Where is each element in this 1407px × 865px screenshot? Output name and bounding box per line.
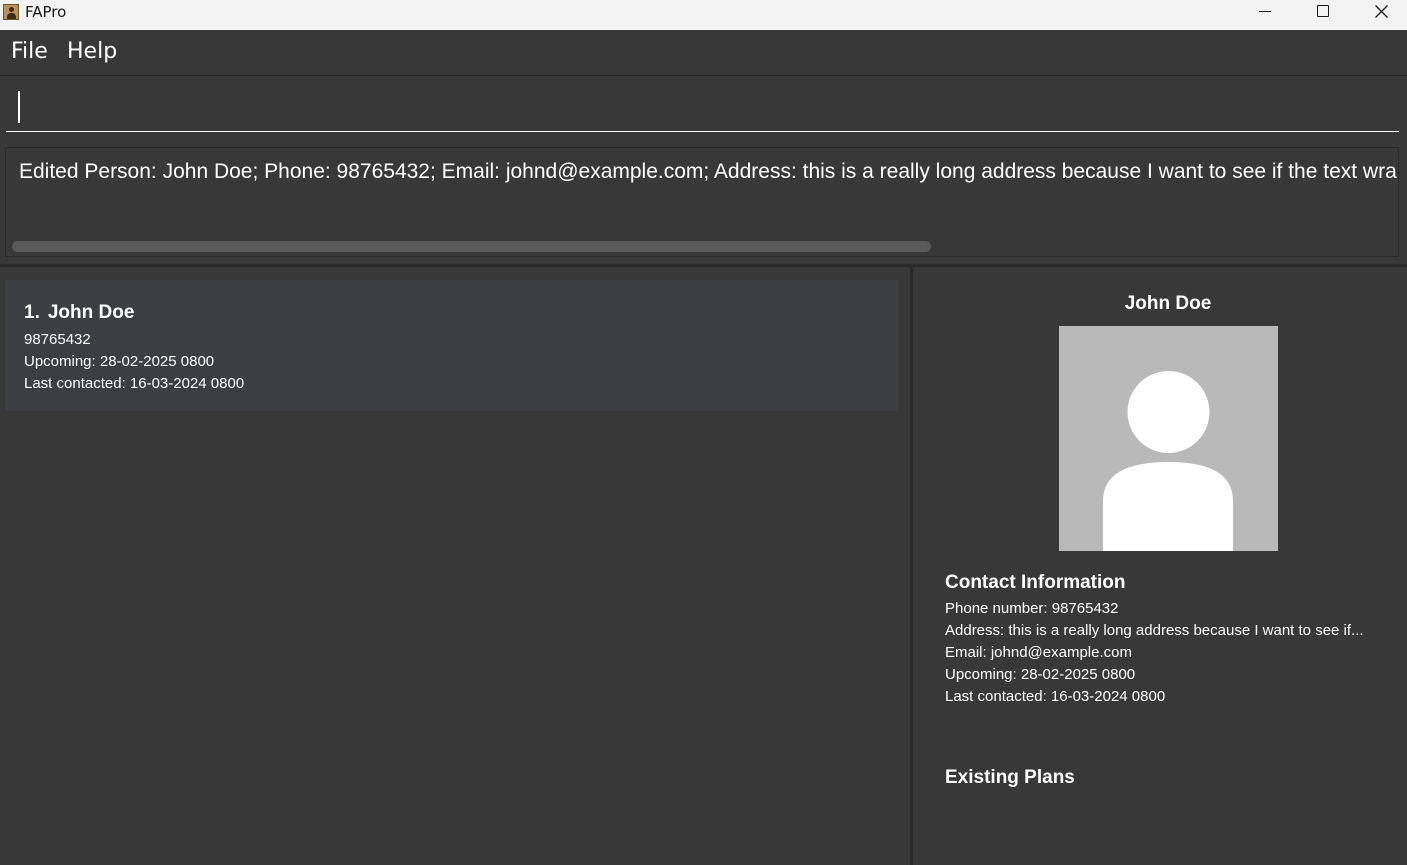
close-button[interactable] xyxy=(1352,0,1407,30)
person-card-last-contacted: Last contacted: 16-03-2024 0800 xyxy=(24,375,245,392)
app-window: FAPro File Help Edited Person: John Doe;… xyxy=(0,0,1407,865)
maximize-button[interactable] xyxy=(1294,0,1352,30)
person-silhouette-icon xyxy=(1103,371,1233,551)
existing-plans-heading: Existing Plans xyxy=(945,767,1075,788)
person-card-upcoming: Upcoming: 28-02-2025 0800 xyxy=(24,353,215,370)
menu-file[interactable]: File xyxy=(11,38,48,66)
menu-help[interactable]: Help xyxy=(67,38,117,66)
result-message: Edited Person: John Doe; Phone: 98765432… xyxy=(19,160,1399,183)
person-card-name: 1. John Doe xyxy=(24,301,134,325)
text-caret xyxy=(18,91,20,123)
minimize-button[interactable] xyxy=(1236,0,1294,30)
person-card-name-text: John Doe xyxy=(47,302,135,323)
person-list-panel: 1. John Doe 98765432 Upcoming: 28-02-2025… xyxy=(0,267,910,865)
title-bar: FAPro xyxy=(0,0,1407,30)
result-display: Edited Person: John Doe; Phone: 98765432… xyxy=(5,147,1399,257)
person-card[interactable]: 1. John Doe 98765432 Upcoming: 28-02-2025… xyxy=(5,280,898,411)
detail-email: Email: johnd@example.com xyxy=(945,644,1132,661)
minimize-icon xyxy=(1259,11,1271,12)
horizontal-scrollbar[interactable] xyxy=(12,241,931,252)
window-title: FAPro xyxy=(25,3,67,21)
close-icon xyxy=(1375,5,1388,18)
command-input[interactable] xyxy=(6,82,1399,132)
detail-name: John Doe xyxy=(1124,293,1212,314)
menu-bar: File Help xyxy=(0,30,1407,76)
app-icon xyxy=(3,4,19,20)
contact-information-heading: Contact Information xyxy=(945,572,1126,593)
detail-address: Address: this is a really long address b… xyxy=(945,622,1364,639)
command-box xyxy=(0,76,1407,138)
person-detail-panel: John Doe Contact Information Phone numbe… xyxy=(913,267,1407,865)
detail-last-contacted: Last contacted: 16-03-2024 0800 xyxy=(945,688,1166,705)
person-card-index: 1. xyxy=(24,302,40,323)
maximize-icon xyxy=(1317,5,1329,17)
avatar xyxy=(1059,326,1278,551)
detail-upcoming: Upcoming: 28-02-2025 0800 xyxy=(945,666,1136,683)
person-card-phone: 98765432 xyxy=(24,331,91,348)
detail-phone: Phone number: 98765432 xyxy=(945,600,1119,617)
